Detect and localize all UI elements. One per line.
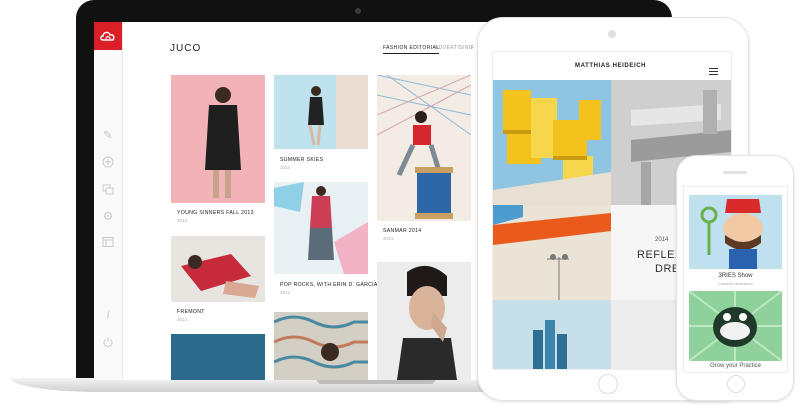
phone-footer-text: Grow your Practice: [709, 363, 761, 369]
layout-icon[interactable]: [100, 234, 116, 250]
portfolio-tile-fremont[interactable]: FREMONT 2014: [171, 236, 265, 332]
nav-fashion-editorial[interactable]: FASHION EDITORIAL: [383, 45, 440, 54]
stack-icon[interactable]: [100, 182, 116, 198]
phone-screen: 3RIES Show Character Illustrations Grow …: [683, 186, 788, 373]
site-title[interactable]: JUCO: [170, 43, 201, 54]
tile-image: [171, 236, 265, 302]
hamburger-menu-icon[interactable]: [709, 62, 718, 75]
pencil-icon[interactable]: ✎: [100, 127, 116, 143]
tablet-site-title[interactable]: MATTHIAS HEIDEICH: [575, 63, 646, 69]
tile-title: SANMAR 2014: [383, 228, 422, 234]
tile-year: 2014: [280, 165, 291, 170]
tile-title: YOUNG SINNERS FALL 2013: [177, 210, 254, 216]
creative-cloud-logo[interactable]: [94, 22, 122, 50]
tile-year: 2014: [383, 236, 394, 241]
phone-speaker: [723, 171, 747, 174]
info-icon[interactable]: i: [100, 306, 116, 322]
side-rail: ✎ ⚙ i: [94, 22, 123, 380]
phone-image-character[interactable]: [689, 195, 782, 269]
tile-year: 2014: [280, 290, 291, 295]
portfolio-tile-pop-rocks[interactable]: POP ROCKS, WITH ERIN D. GARCIA 2014: [274, 182, 377, 304]
tablet-image-yellow-building[interactable]: [493, 80, 611, 205]
cloud-logo-icon: [100, 31, 115, 41]
tablet-camera: [608, 30, 616, 38]
tablet-header: MATTHIAS HEIDEICH: [493, 52, 731, 80]
gear-icon[interactable]: ⚙: [100, 208, 116, 224]
tablet-image-blue-tower[interactable]: [493, 300, 611, 369]
tile-title: SUMMER SKIES: [280, 157, 324, 163]
portfolio-tile-image-partial[interactable]: [171, 334, 265, 380]
tile-image: [171, 75, 265, 203]
tile-title: FREMONT: [177, 309, 205, 315]
tablet-caption-year: 2014: [655, 237, 669, 243]
tile-year: 2013: [177, 218, 188, 223]
power-icon[interactable]: [100, 334, 116, 350]
tile-year: 2014: [177, 317, 188, 322]
portfolio-tile-portrait[interactable]: [377, 262, 471, 380]
phone-project-subtitle: Character Illustrations: [718, 282, 753, 286]
tablet-home-button: [598, 374, 618, 394]
phone-image-monster[interactable]: [688, 290, 783, 362]
tile-image: [377, 75, 471, 221]
portfolio-tile-sanmar[interactable]: SANMAR 2014 2014: [377, 75, 471, 251]
portfolio-tile-pattern[interactable]: [273, 312, 368, 380]
add-icon[interactable]: [100, 154, 116, 170]
phone-project-title: 3RIES Show: [718, 273, 753, 279]
tile-image: [274, 182, 368, 274]
portfolio-tile-young-sinners[interactable]: YOUNG SINNERS FALL 2013 2013: [171, 75, 265, 225]
tile-image: [274, 75, 368, 149]
tile-title: POP ROCKS, WITH ERIN D. GARCIA: [280, 282, 378, 288]
portfolio-tile-summer-skies[interactable]: SUMMER SKIES 2014: [274, 75, 368, 173]
laptop-camera: [355, 8, 361, 14]
tablet-image-orange-stripe[interactable]: [493, 205, 611, 300]
nav-more[interactable]: F: [471, 45, 474, 51]
phone-home-button: [727, 375, 745, 393]
nav-advertising[interactable]: ADVERTISING: [435, 45, 473, 51]
